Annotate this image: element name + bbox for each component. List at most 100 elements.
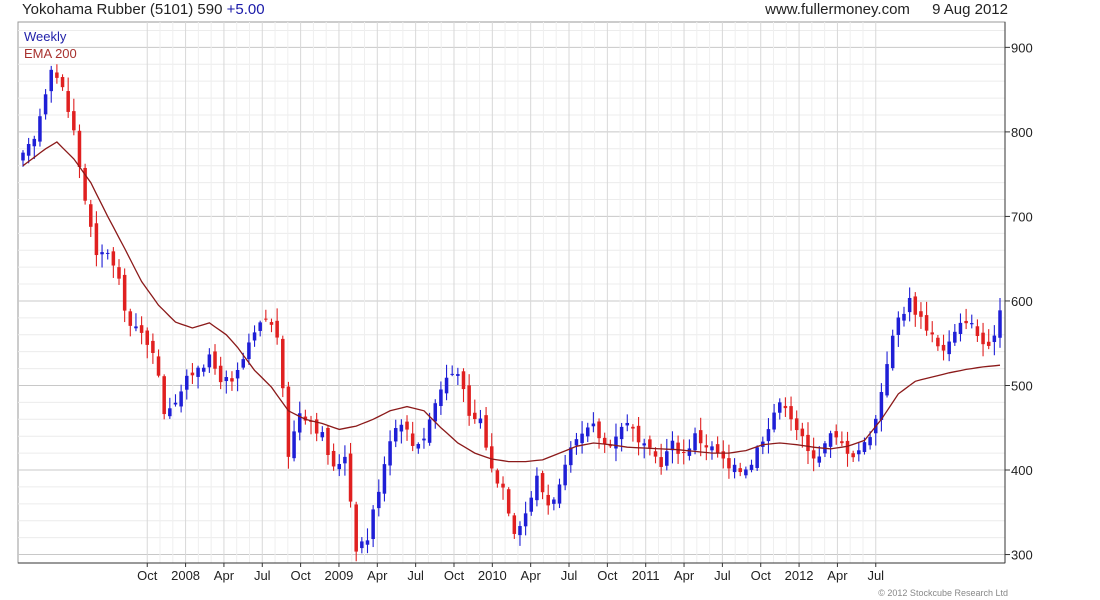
candle-body [800, 428, 805, 437]
candle-body [348, 453, 353, 502]
y-tick-label: 300 [1011, 548, 1033, 563]
candle-body [907, 297, 912, 313]
candle-body [523, 513, 528, 527]
candle-body [687, 448, 692, 456]
candle-body [162, 376, 166, 415]
candle-body [388, 441, 392, 466]
candle-body [862, 442, 867, 452]
candle-body [794, 418, 799, 431]
candle-body [642, 443, 646, 446]
candle-body [331, 450, 336, 467]
candle-body [817, 456, 822, 463]
candle-body [450, 373, 454, 375]
x-tick-label: Oct [751, 568, 772, 583]
candle-body [681, 451, 686, 453]
candlestick-chart: 300 400 500 600 700 800 900 Oct 2008 Apr Jul Oct 200… [17, 21, 1033, 583]
candle-body [970, 323, 974, 325]
candle-body [235, 369, 240, 379]
candle-body [885, 364, 889, 396]
candle-body [693, 433, 697, 451]
candle-body [738, 468, 742, 473]
candle [890, 329, 895, 371]
candle-body [151, 340, 155, 353]
candle-body [190, 372, 195, 376]
candle-body [495, 470, 500, 484]
candle-body [857, 450, 861, 455]
candle-body [439, 389, 443, 407]
candle-body [105, 252, 110, 254]
y-tick-label: 400 [1011, 463, 1033, 478]
x-tick-label: 2011 [632, 568, 660, 583]
candle-body [653, 451, 658, 457]
candle-body [975, 326, 980, 337]
candle-body [461, 371, 466, 390]
candle-body [585, 427, 590, 437]
candle-body [21, 152, 25, 161]
candle [286, 381, 291, 469]
candle-body [890, 335, 895, 369]
candle-body [66, 91, 70, 112]
legend-ema: EMA 200 [24, 46, 77, 61]
candle-body [377, 491, 381, 509]
candle-body [337, 463, 342, 470]
candle-body [433, 403, 438, 422]
plot-area [17, 21, 1006, 564]
x-tick-label: Apr [521, 568, 542, 583]
candle-body [789, 406, 793, 420]
candle-body [947, 341, 951, 355]
candle-body [484, 415, 488, 448]
candle-body [145, 330, 150, 345]
candle-body [851, 453, 855, 458]
candle-body [252, 332, 257, 341]
candle-body [981, 332, 985, 345]
candle-body [614, 436, 618, 449]
candle-body [721, 451, 726, 459]
candle-body [467, 385, 471, 416]
candle-body [371, 509, 375, 540]
candle-body [501, 483, 505, 488]
candle-body [710, 446, 714, 451]
candle-body [478, 418, 483, 424]
candle-body [230, 378, 234, 382]
candle-body [111, 251, 116, 266]
x-tick-label: Apr [827, 568, 848, 583]
candle-body [489, 446, 494, 469]
y-tick-label: 700 [1011, 209, 1033, 224]
candle-body [241, 359, 246, 368]
candle-body [964, 320, 968, 324]
x-tick-label: Apr [367, 568, 388, 583]
candle-body [286, 386, 291, 457]
candle-body [913, 296, 918, 315]
candle-body [518, 526, 522, 536]
candle-body [552, 499, 556, 504]
candle-body [43, 94, 48, 115]
candle-body [117, 267, 121, 279]
candle [506, 487, 511, 517]
y-tick-label: 600 [1011, 294, 1033, 309]
candle-body [986, 341, 991, 346]
candle [162, 374, 166, 420]
x-tick-label: Oct [597, 568, 618, 583]
candle-body [732, 464, 737, 473]
candle-body [173, 402, 178, 405]
candle-body [676, 442, 680, 454]
candle-body [168, 408, 172, 417]
candle-body [281, 338, 285, 389]
x-tick-label: Oct [137, 568, 158, 583]
candle-body [444, 377, 449, 394]
x-tick-label: 2010 [478, 568, 507, 583]
candle-body [704, 445, 709, 448]
candle-body [213, 351, 217, 369]
candle-body [427, 419, 432, 443]
candle-body [953, 331, 957, 343]
candle-body [625, 422, 630, 426]
candle-body [648, 439, 652, 448]
candle-body [179, 391, 183, 407]
x-tick-label: Apr [674, 568, 695, 583]
candle-body [128, 311, 133, 326]
candle-body [185, 375, 189, 390]
candle-body [529, 497, 534, 512]
candle-body [557, 484, 562, 504]
candle-body [631, 426, 635, 429]
candle-body [930, 332, 934, 335]
